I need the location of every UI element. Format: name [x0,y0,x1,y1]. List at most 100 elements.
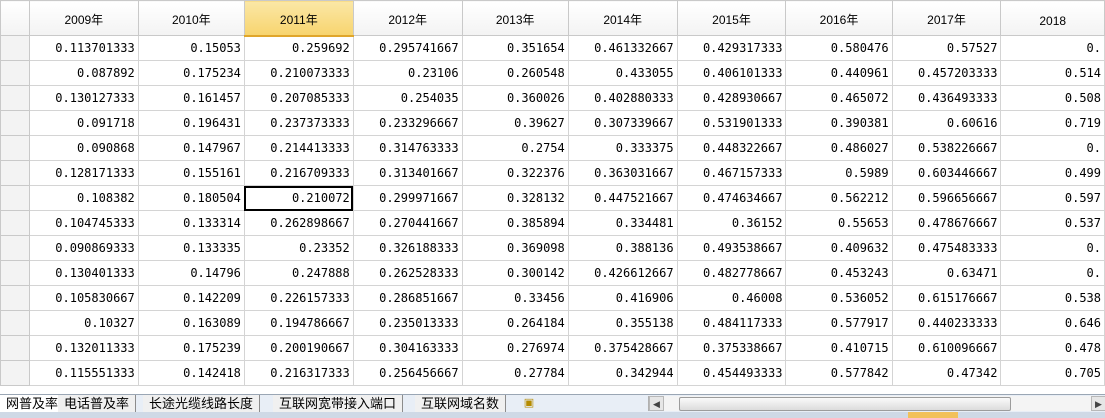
table-cell[interactable]: 0.2754 [461,135,569,161]
table-cell[interactable]: 0.113701333 [28,35,139,61]
table-cell[interactable]: 0.705 [1000,360,1105,386]
table-cell[interactable]: 0.333375 [567,135,678,161]
table-cell[interactable]: 0.474634667 [676,185,787,211]
table-cell[interactable]: 0.57527 [891,35,1002,61]
table-cell[interactable]: 0.200190667 [243,335,354,361]
table-cell[interactable]: 0.108382 [28,185,139,211]
table-cell[interactable]: 0.286851667 [352,285,463,311]
row-header[interactable] [0,85,30,111]
sheet-tab-5[interactable]: 互联网域名数 [415,395,507,413]
table-cell[interactable]: 0.216317333 [243,360,354,386]
view-mode-icon[interactable] [908,412,958,418]
column-header[interactable]: 2010年 [137,0,245,36]
table-cell[interactable]: 0.47342 [891,360,1002,386]
table-cell[interactable]: 0.428930667 [676,85,787,111]
table-cell[interactable]: 0.454493333 [676,360,787,386]
table-cell[interactable]: 0.196431 [137,110,245,136]
column-header[interactable]: 2017年 [891,0,1002,36]
scroll-left-icon[interactable]: ◀ [649,396,664,411]
table-cell[interactable]: 0.260548 [461,60,569,86]
table-cell[interactable]: 0.429317333 [676,35,787,61]
table-cell[interactable]: 0.577842 [785,360,893,386]
table-cell[interactable]: 0.147967 [137,135,245,161]
table-cell[interactable]: 0.175239 [137,335,245,361]
row-header[interactable] [0,160,30,186]
column-header[interactable]: 2015年 [676,0,787,36]
table-cell[interactable]: 0.360026 [461,85,569,111]
table-cell[interactable]: 0.538226667 [891,135,1002,161]
table-cell[interactable]: 0.133314 [137,210,245,236]
sheet-tab-1[interactable]: 网普及率 [0,395,66,413]
table-cell[interactable]: 0.514 [1000,60,1105,86]
table-cell[interactable]: 0.161457 [137,85,245,111]
table-cell[interactable]: 0.210073333 [243,60,354,86]
table-cell[interactable]: 0.105830667 [28,285,139,311]
row-header[interactable] [0,210,30,236]
table-cell[interactable]: 0.478 [1000,335,1105,361]
table-cell[interactable]: 0.426612667 [567,260,678,286]
table-cell[interactable]: 0.375428667 [567,335,678,361]
table-cell[interactable]: 0.276974 [461,335,569,361]
table-cell[interactable]: 0.313401667 [352,160,463,186]
column-header[interactable]: 2009年 [28,0,139,36]
column-header[interactable]: 2013年 [461,0,569,36]
scroll-right-icon[interactable]: ▶ [1091,396,1105,411]
column-header[interactable]: 2016年 [785,0,893,36]
spreadsheet-grid[interactable]: 2009年 2010年 2011年 2012年 2013年 2014年 2015年 2016年… [0,0,1105,394]
table-cell[interactable]: 0.562212 [785,185,893,211]
table-cell[interactable]: 0.163089 [137,310,245,336]
table-cell[interactable]: 0.453243 [785,260,893,286]
table-cell[interactable]: 0.142209 [137,285,245,311]
table-cell[interactable]: 0.46008 [676,285,787,311]
table-cell[interactable]: 0.23106 [352,60,463,86]
table-cell[interactable]: 0.133335 [137,235,245,261]
table-cell[interactable]: 0.090868 [28,135,139,161]
row-header[interactable] [0,335,30,361]
table-cell[interactable]: 0.180504 [137,185,245,211]
table-cell[interactable]: 0.482778667 [676,260,787,286]
column-header[interactable]: 2014年 [567,0,678,36]
column-header[interactable]: 2018 [1000,0,1105,36]
table-cell[interactable]: 0.493538667 [676,235,787,261]
table-cell[interactable]: 0.226157333 [243,285,354,311]
table-cell[interactable]: 0.596656667 [891,185,1002,211]
table-cell[interactable]: 0.115551333 [28,360,139,386]
table-cell[interactable]: 0.27784 [461,360,569,386]
table-cell[interactable]: 0.237373333 [243,110,354,136]
sheet-tab-2[interactable]: 电话普及率 [58,395,137,413]
table-cell[interactable]: 0.194786667 [243,310,354,336]
table-cell[interactable]: 0. [1000,135,1105,161]
active-cell[interactable]: 0.210072 [243,185,354,211]
row-header[interactable] [0,360,30,386]
table-cell[interactable]: 0.402880333 [567,85,678,111]
table-cell[interactable]: 0.128171333 [28,160,139,186]
table-cell[interactable]: 0.603446667 [891,160,1002,186]
table-cell[interactable]: 0.142418 [137,360,245,386]
table-cell[interactable]: 0.433055 [567,60,678,86]
row-header[interactable] [0,285,30,311]
table-cell[interactable]: 0.39627 [461,110,569,136]
table-cell[interactable]: 0.461332667 [567,35,678,61]
table-cell[interactable]: 0.10327 [28,310,139,336]
table-cell[interactable]: 0.499 [1000,160,1105,186]
table-cell[interactable]: 0.326188333 [352,235,463,261]
table-cell[interactable]: 0.130401333 [28,260,139,286]
table-cell[interactable]: 0.36152 [676,210,787,236]
corner-cell[interactable] [0,0,30,36]
row-header[interactable] [0,110,30,136]
table-cell[interactable]: 0.314763333 [352,135,463,161]
table-cell[interactable]: 0.322376 [461,160,569,186]
table-cell[interactable]: 0.264184 [461,310,569,336]
table-cell[interactable]: 0.262528333 [352,260,463,286]
row-header[interactable] [0,60,30,86]
table-cell[interactable]: 0.295741667 [352,35,463,61]
table-cell[interactable]: 0.646 [1000,310,1105,336]
sheet-tab-3[interactable]: 长途光缆线路长度 [143,395,261,413]
table-cell[interactable]: 0.447521667 [567,185,678,211]
table-cell[interactable]: 0.175234 [137,60,245,86]
table-cell[interactable]: 0. [1000,35,1105,61]
table-cell[interactable]: 0.132011333 [28,335,139,361]
table-cell[interactable]: 0.375338667 [676,335,787,361]
table-cell[interactable]: 0.440961 [785,60,893,86]
table-cell[interactable]: 0.478676667 [891,210,1002,236]
